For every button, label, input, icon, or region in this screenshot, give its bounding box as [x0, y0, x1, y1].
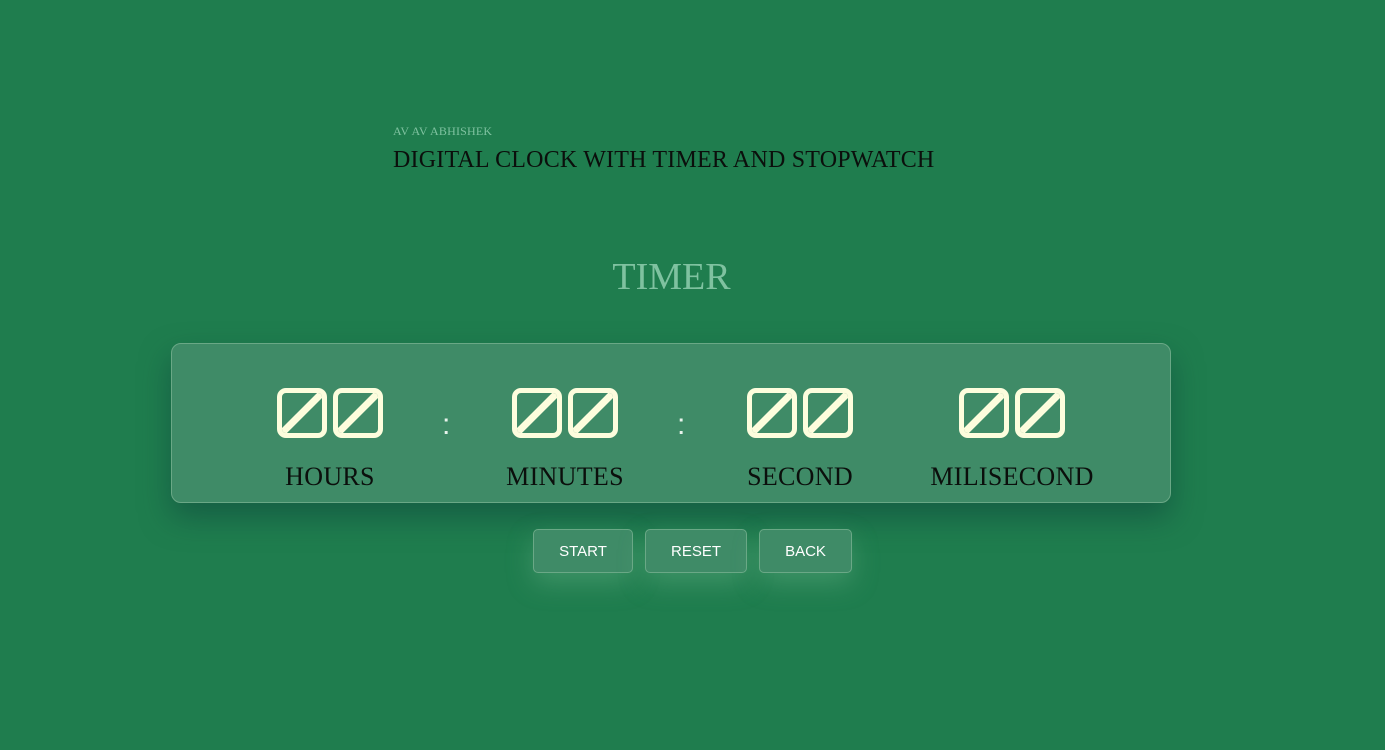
- minutes-digit-tens: [512, 388, 562, 438]
- timer-title: TIMER: [612, 256, 731, 298]
- timer-panel: HOURS : MINUTES : SECOND MILISECOND: [171, 343, 1171, 503]
- seconds-unit: SECOND: [747, 344, 853, 502]
- milliseconds-unit: MILISECOND: [912, 344, 1112, 502]
- hours-display: [277, 388, 383, 438]
- colon-separator: :: [442, 408, 451, 441]
- back-button[interactable]: BACK: [759, 529, 852, 573]
- minutes-unit: MINUTES: [506, 344, 624, 502]
- seconds-digit-ones: [803, 388, 853, 438]
- seconds-label: SECOND: [747, 462, 853, 491]
- hours-digit-ones: [333, 388, 383, 438]
- minutes-display: [512, 388, 618, 438]
- hours-digit-tens: [277, 388, 327, 438]
- milliseconds-digit-tens: [959, 388, 1009, 438]
- hours-label: HOURS: [285, 462, 375, 491]
- milliseconds-label: MILISECOND: [930, 462, 1094, 491]
- timer-page: AV AV ABHISHEK DIGITAL CLOCK WITH TIMER …: [0, 0, 1385, 750]
- minutes-label: MINUTES: [506, 462, 624, 491]
- seconds-display: [747, 388, 853, 438]
- milliseconds-display: [959, 388, 1065, 438]
- seconds-digit-tens: [747, 388, 797, 438]
- start-button[interactable]: START: [533, 529, 633, 573]
- author-name: AV AV ABHISHEK: [393, 124, 493, 138]
- milliseconds-digit-ones: [1015, 388, 1065, 438]
- page-headline: DIGITAL CLOCK WITH TIMER AND STOPWATCH: [393, 147, 935, 173]
- minutes-digit-ones: [568, 388, 618, 438]
- colon-separator: :: [677, 408, 686, 441]
- reset-button[interactable]: RESET: [645, 529, 747, 573]
- page-header: AV AV ABHISHEK DIGITAL CLOCK WITH TIMER …: [393, 124, 934, 174]
- timer-controls: START RESET BACK: [0, 529, 1385, 573]
- hours-unit: HOURS: [277, 344, 383, 502]
